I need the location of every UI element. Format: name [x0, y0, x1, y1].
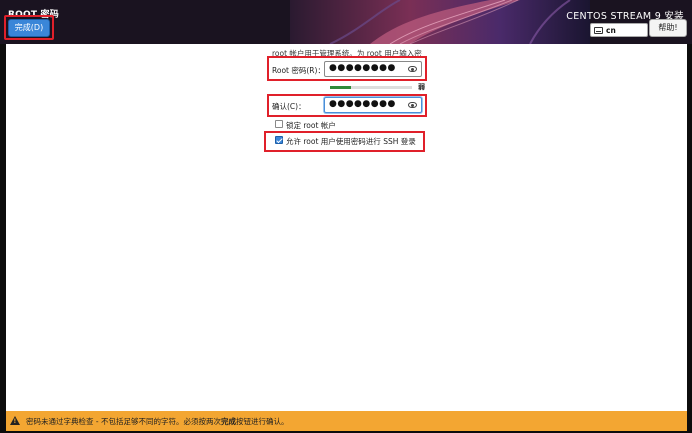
password-strength-fill: [330, 86, 351, 89]
confirm-password-input[interactable]: ●●●●●●●●: [324, 97, 422, 113]
header-bar: ROOT 密码 完成(D) CENTOS STREAM 9 安装 cn 帮助!: [0, 0, 692, 44]
show-password-eye-icon[interactable]: [408, 66, 417, 72]
keyboard-icon: [594, 27, 603, 34]
done-button[interactable]: 完成(D): [8, 19, 50, 37]
keyboard-layout-label: cn: [606, 26, 616, 35]
warning-text-bold: 完成: [220, 417, 236, 426]
lock-root-checkbox[interactable]: [275, 120, 283, 128]
root-password-label: Root 密码(R)：: [272, 66, 325, 75]
allow-ssh-checkbox[interactable]: [275, 136, 283, 144]
warning-message: 密码未通过字典检查 - 不包括足够不同的字符。必须按两次完成按钮进行确认。: [26, 416, 288, 427]
installer-window: ROOT 密码 完成(D) CENTOS STREAM 9 安装 cn 帮助! …: [0, 0, 692, 433]
warning-text-before: 密码未通过字典检查 - 不包括足够不同的字符。必须按两次: [26, 417, 221, 426]
warning-icon: [10, 416, 20, 425]
password-strength-bar: [330, 86, 412, 89]
warning-bar: 密码未通过字典检查 - 不包括足够不同的字符。必须按两次完成按钮进行确认。: [6, 411, 687, 431]
keyboard-layout-indicator[interactable]: cn: [590, 23, 648, 37]
warning-text-after: 按钮进行确认。: [235, 417, 289, 426]
confirm-password-label: 确认(C)：: [272, 102, 306, 111]
root-password-input[interactable]: ●●●●●●●●: [324, 61, 422, 77]
show-confirm-eye-icon[interactable]: [408, 102, 417, 108]
help-button[interactable]: 帮助!: [649, 19, 687, 37]
password-strength-label: 弱: [418, 83, 425, 91]
lock-root-label: 锁定 root 帐户: [286, 121, 336, 130]
allow-ssh-label: 允许 root 用户使用密码进行 SSH 登录: [286, 137, 416, 146]
main-content: root 帐户用于管理系统。为 root 用户输入密码。 Root 密码(R)：…: [6, 44, 687, 411]
confirm-password-value: ●●●●●●●●: [329, 99, 396, 109]
root-password-value: ●●●●●●●●: [329, 63, 396, 73]
header-artwork: [290, 0, 590, 44]
